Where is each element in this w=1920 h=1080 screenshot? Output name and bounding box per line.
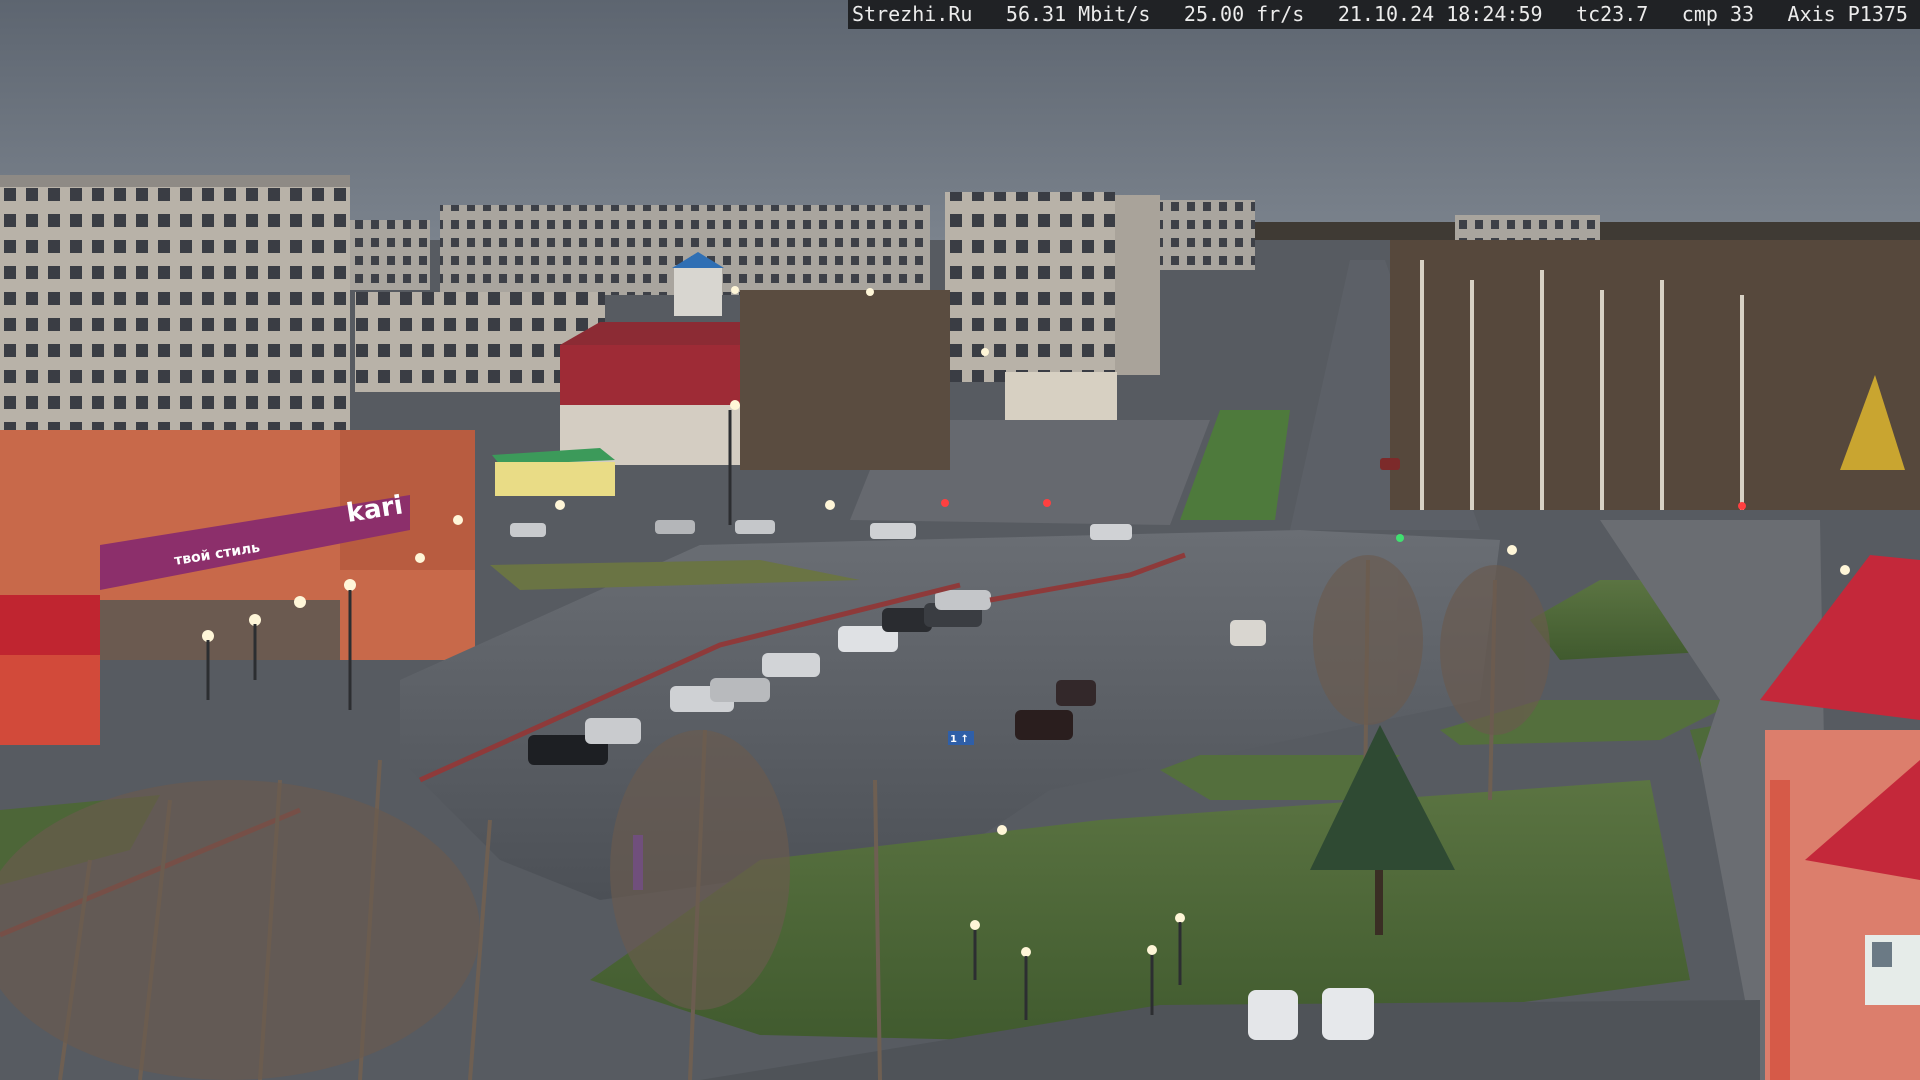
osd-tc: tc23.7 — [1576, 2, 1649, 26]
kiosk — [492, 448, 615, 496]
osd-fps: 25.00 fr/s — [1183, 2, 1305, 26]
osd-cmp: cmp 33 — [1681, 2, 1755, 26]
red-roof-building — [560, 322, 755, 465]
osd-datetime: 21.10.24 18:24:59 — [1337, 2, 1543, 26]
plaza-trees — [740, 290, 950, 470]
osd-bitrate: 56.31 Mbit/s — [1005, 2, 1151, 26]
spruce-trunk — [1375, 870, 1383, 935]
municipal-building — [1005, 372, 1117, 422]
camera-scene: kari твой стиль 1 ↑ — [0, 0, 1920, 1080]
right-forest — [1390, 240, 1920, 510]
osd-site: Strezhi.Ru — [852, 2, 973, 26]
camera-osd-overlay: Strezhi.Ru 56.31 Mbit/s 25.00 fr/s 21.10… — [848, 0, 1920, 29]
road-sign-text: 1 ↑ — [950, 734, 969, 745]
osd-camera-model: Axis P1375 — [1787, 2, 1908, 26]
